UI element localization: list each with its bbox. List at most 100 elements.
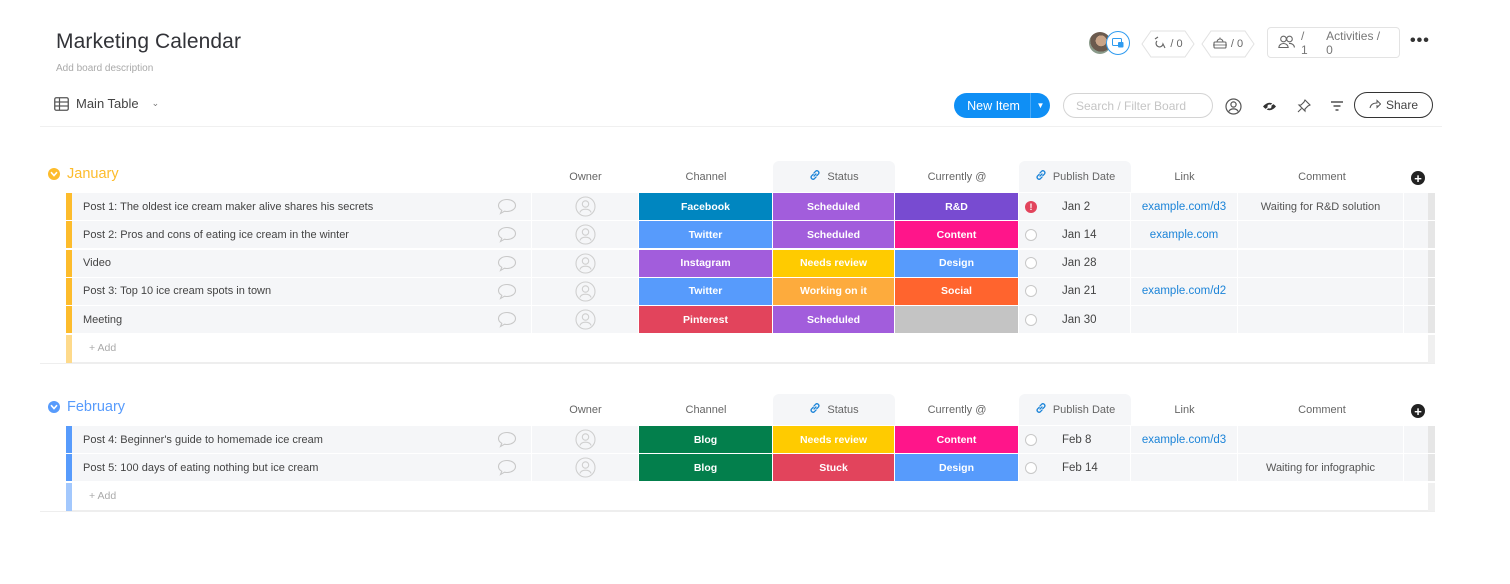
- scrollbar[interactable]: [1428, 306, 1435, 334]
- item-name-cell[interactable]: Post 1: The oldest ice cream maker alive…: [72, 193, 532, 220]
- automations-button[interactable]: / 0: [1141, 30, 1195, 58]
- group-collapse-chevron-icon[interactable]: [48, 168, 60, 180]
- item-name[interactable]: Video: [83, 257, 111, 269]
- board-title[interactable]: Marketing Calendar: [56, 30, 241, 54]
- item-name-cell[interactable]: Post 3: Top 10 ice cream spots in town: [72, 277, 532, 305]
- column-header-link[interactable]: Link: [1131, 394, 1238, 425]
- item-name[interactable]: Post 1: The oldest ice cream maker alive…: [83, 201, 373, 213]
- scrollbar[interactable]: [1428, 277, 1435, 305]
- date-checkbox[interactable]: [1025, 461, 1037, 474]
- item-name[interactable]: Meeting: [83, 314, 122, 326]
- column-header-status[interactable]: Status: [773, 161, 895, 192]
- scrollbar[interactable]: [1428, 454, 1435, 482]
- channel-label[interactable]: Pinterest: [639, 306, 773, 334]
- column-header-channel[interactable]: Channel: [639, 394, 773, 425]
- publish-date-cell[interactable]: Jan 21: [1019, 277, 1131, 305]
- view-switcher[interactable]: Main Table ⌄: [54, 96, 159, 111]
- status-label[interactable]: Needs review: [773, 426, 895, 453]
- integrations-button[interactable]: / 0: [1201, 30, 1255, 58]
- item-name[interactable]: Post 3: Top 10 ice cream spots in town: [83, 285, 271, 297]
- pin-icon[interactable]: [1294, 96, 1314, 116]
- owner-cell[interactable]: [532, 193, 639, 220]
- more-options-icon[interactable]: •••: [1410, 32, 1430, 50]
- status-label[interactable]: Needs review: [773, 249, 895, 277]
- owner-cell[interactable]: [532, 221, 639, 249]
- comment-cell[interactable]: Waiting for R&D solution: [1238, 193, 1404, 220]
- table-row[interactable]: Post 2: Pros and cons of eating ice crea…: [66, 221, 1435, 249]
- status-label[interactable]: Scheduled: [773, 193, 895, 220]
- group-header-february[interactable]: February: [48, 399, 125, 415]
- table-row[interactable]: Post 3: Top 10 ice cream spots in town Tw…: [66, 277, 1435, 305]
- person-avatar-icon[interactable]: [574, 429, 596, 450]
- board-description[interactable]: Add board description: [56, 63, 153, 74]
- link-cell[interactable]: [1131, 249, 1238, 277]
- scrollbar[interactable]: [1428, 249, 1435, 277]
- item-name-cell[interactable]: Post 2: Pros and cons of eating ice crea…: [72, 221, 532, 249]
- filter-icon[interactable]: [1327, 96, 1347, 116]
- link-cell[interactable]: example.com/d2: [1131, 277, 1238, 305]
- publish-date-cell[interactable]: ! Jan 2: [1019, 193, 1131, 220]
- owner-cell[interactable]: [532, 426, 639, 453]
- chat-bubble-icon[interactable]: [497, 311, 517, 328]
- link-cell[interactable]: example.com/d3: [1131, 193, 1238, 220]
- activity-log-button[interactable]: / 1 Activities / 0: [1267, 27, 1400, 58]
- column-header-currently[interactable]: Currently @: [895, 161, 1019, 192]
- date-checkbox[interactable]: [1025, 285, 1037, 298]
- table-row[interactable]: Post 1: The oldest ice cream maker alive…: [66, 193, 1435, 220]
- link-cell[interactable]: [1131, 306, 1238, 334]
- item-name[interactable]: Post 2: Pros and cons of eating ice crea…: [83, 229, 349, 241]
- date-checkbox[interactable]: [1025, 313, 1037, 326]
- column-header-publish-date[interactable]: Publish Date: [1019, 161, 1131, 192]
- group-title[interactable]: January: [67, 166, 119, 182]
- comment-cell[interactable]: [1238, 426, 1404, 453]
- scrollbar[interactable]: [1428, 193, 1435, 220]
- person-filter-icon[interactable]: [1223, 96, 1243, 116]
- currently-label[interactable]: Content: [895, 426, 1019, 453]
- comment-cell[interactable]: [1238, 277, 1404, 305]
- column-header-publish-date[interactable]: Publish Date: [1019, 394, 1131, 425]
- owner-cell[interactable]: [532, 454, 639, 482]
- channel-label[interactable]: Instagram: [639, 249, 773, 277]
- add-item-input[interactable]: + Add: [72, 335, 1428, 363]
- group-title[interactable]: February: [67, 399, 125, 415]
- link-cell[interactable]: [1131, 454, 1238, 482]
- new-item-button[interactable]: New Item ▼: [954, 93, 1050, 118]
- person-avatar-icon[interactable]: [574, 309, 596, 330]
- date-checkbox[interactable]: [1025, 257, 1037, 270]
- person-avatar-icon[interactable]: [574, 196, 596, 217]
- table-row[interactable]: Video Instagram Needs review Design Jan 28: [66, 249, 1435, 277]
- column-header-owner[interactable]: Owner: [532, 161, 639, 192]
- chat-bubble-icon[interactable]: [497, 283, 517, 300]
- publish-date-cell[interactable]: Jan 14: [1019, 221, 1131, 249]
- publish-date-cell[interactable]: Feb 14: [1019, 454, 1131, 482]
- status-label[interactable]: Working on it: [773, 277, 895, 305]
- currently-label[interactable]: Content: [895, 221, 1019, 249]
- person-avatar-icon[interactable]: [574, 457, 596, 478]
- chat-bubble-icon[interactable]: [497, 255, 517, 272]
- table-row[interactable]: Post 4: Beginner's guide to homemade ice…: [66, 426, 1435, 453]
- chat-bubble-icon[interactable]: [497, 198, 517, 215]
- column-header-currently[interactable]: Currently @: [895, 394, 1019, 425]
- link-cell[interactable]: example.com: [1131, 221, 1238, 249]
- item-name-cell[interactable]: Post 5: 100 days of eating nothing but i…: [72, 454, 532, 482]
- channel-label[interactable]: Blog: [639, 454, 773, 482]
- group-collapse-chevron-icon[interactable]: [48, 401, 60, 413]
- owner-cell[interactable]: [532, 306, 639, 334]
- chat-bubble-icon[interactable]: [497, 431, 517, 448]
- overdue-alert-icon[interactable]: !: [1025, 200, 1037, 213]
- status-label[interactable]: Stuck: [773, 454, 895, 482]
- chevron-down-icon[interactable]: ▼: [1031, 101, 1050, 110]
- add-column-plus-icon[interactable]: +: [1411, 171, 1425, 185]
- column-header-channel[interactable]: Channel: [639, 161, 773, 192]
- comment-cell[interactable]: [1238, 221, 1404, 249]
- channel-label[interactable]: Twitter: [639, 221, 773, 249]
- date-checkbox[interactable]: [1025, 433, 1037, 446]
- table-row[interactable]: Post 5: 100 days of eating nothing but i…: [66, 454, 1435, 482]
- chat-bubble-icon[interactable]: [497, 459, 517, 477]
- add-item-input[interactable]: + Add: [72, 483, 1428, 511]
- status-label[interactable]: Scheduled: [773, 221, 895, 249]
- currently-label[interactable]: Social: [895, 277, 1019, 305]
- currently-label[interactable]: Design: [895, 454, 1019, 482]
- column-header-comment[interactable]: Comment: [1239, 394, 1405, 425]
- item-name[interactable]: Post 4: Beginner's guide to homemade ice…: [83, 434, 323, 446]
